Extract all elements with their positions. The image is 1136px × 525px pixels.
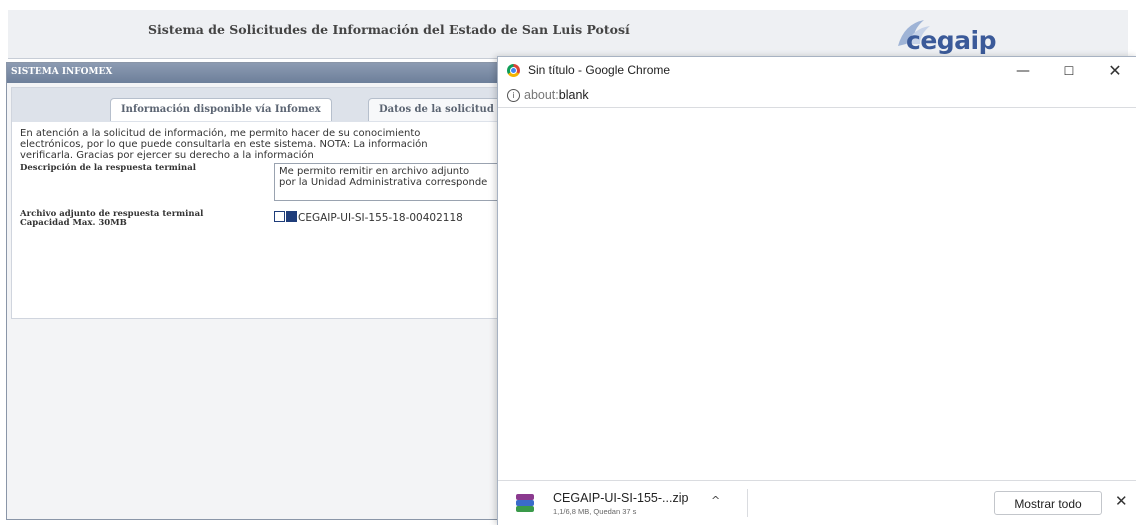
panel-content: Información disponible vía Infomex Datos… (11, 87, 514, 319)
info-icon[interactable]: i (507, 89, 520, 102)
infomex-panel: SISTEMA INFOMEX Información disponible v… (6, 62, 514, 520)
view-file-icon[interactable] (274, 211, 285, 222)
download-shelf: CEGAIP-UI-SI-155-...zip 1,1/6,8 MB, Qued… (498, 480, 1136, 525)
intro-line: electrónicos, por lo que puede consultar… (20, 139, 428, 150)
download-file-name[interactable]: CEGAIP-UI-SI-155-...zip (553, 491, 688, 505)
intro-line: verificarla. Gracias por ejercer su dere… (20, 150, 314, 161)
window-title: Sin título - Google Chrome (528, 63, 671, 77)
shelf-divider (747, 489, 748, 517)
panel-titlebar: SISTEMA INFOMEX (7, 63, 505, 83)
response-content: En atención a la solicitud de informació… (20, 128, 514, 228)
tab-datos-solicitud[interactable]: Datos de la solicitud (368, 98, 505, 121)
maximize-button[interactable]: ☐ (1046, 57, 1092, 85)
attachment-file-link[interactable]: CEGAIP-UI-SI-155-18-00402118 (298, 212, 463, 224)
url-path: blank (558, 88, 589, 102)
attachment-label: Archivo adjunto de respuesta terminal Ca… (20, 210, 203, 228)
tab-strip: Información disponible vía Infomex Datos… (12, 88, 505, 122)
url-scheme: about: (524, 88, 559, 102)
download-status: 1,1/6,8 MB, Quedan 37 s (553, 507, 637, 516)
attachment-capacity-line: Capacidad Max. 30MB (20, 218, 127, 228)
description-textarea[interactable]: Me permito remitir en archivo adjunto po… (274, 163, 514, 201)
save-disk-icon[interactable] (286, 211, 297, 222)
chevron-up-icon[interactable]: ^ (711, 494, 720, 507)
site-title: Sistema de Solicitudes de Información de… (148, 22, 630, 37)
chrome-logo-icon (507, 64, 520, 77)
description-line: por la Unidad Administrativa corresponde (279, 177, 488, 188)
intro-line: En atención a la solicitud de informació… (20, 128, 421, 139)
description-label: Descripción de la respuesta terminal (20, 163, 196, 173)
attachment-row: Archivo adjunto de respuesta terminal Ca… (20, 208, 502, 232)
chrome-popup-window: Sin título - Google Chrome — ☐ ✕ i about… (497, 56, 1136, 525)
chrome-titlebar[interactable]: Sin título - Google Chrome — ☐ ✕ (498, 57, 1136, 85)
close-shelf-icon[interactable]: ✕ (1115, 492, 1128, 510)
attachment-file: CEGAIP-UI-SI-155-18-00402118 (274, 211, 463, 224)
cegaip-logo[interactable]: cegaip (884, 16, 1014, 58)
description-row: Descripción de la respuesta terminal Me … (20, 163, 514, 203)
tab-informacion-disponible[interactable]: Información disponible vía Infomex (110, 98, 332, 121)
logo-text: cegaip (906, 26, 997, 55)
url-text[interactable]: about:blank (524, 88, 589, 102)
winrar-archive-icon[interactable] (516, 494, 534, 512)
address-bar[interactable]: i about:blank (498, 85, 1136, 108)
minimize-button[interactable]: — (1000, 57, 1046, 85)
panel-title: SISTEMA INFOMEX (11, 67, 113, 77)
close-window-button[interactable]: ✕ (1092, 57, 1136, 85)
description-line: Me permito remitir en archivo adjunto (279, 166, 470, 177)
show-all-button[interactable]: Mostrar todo (994, 491, 1102, 515)
